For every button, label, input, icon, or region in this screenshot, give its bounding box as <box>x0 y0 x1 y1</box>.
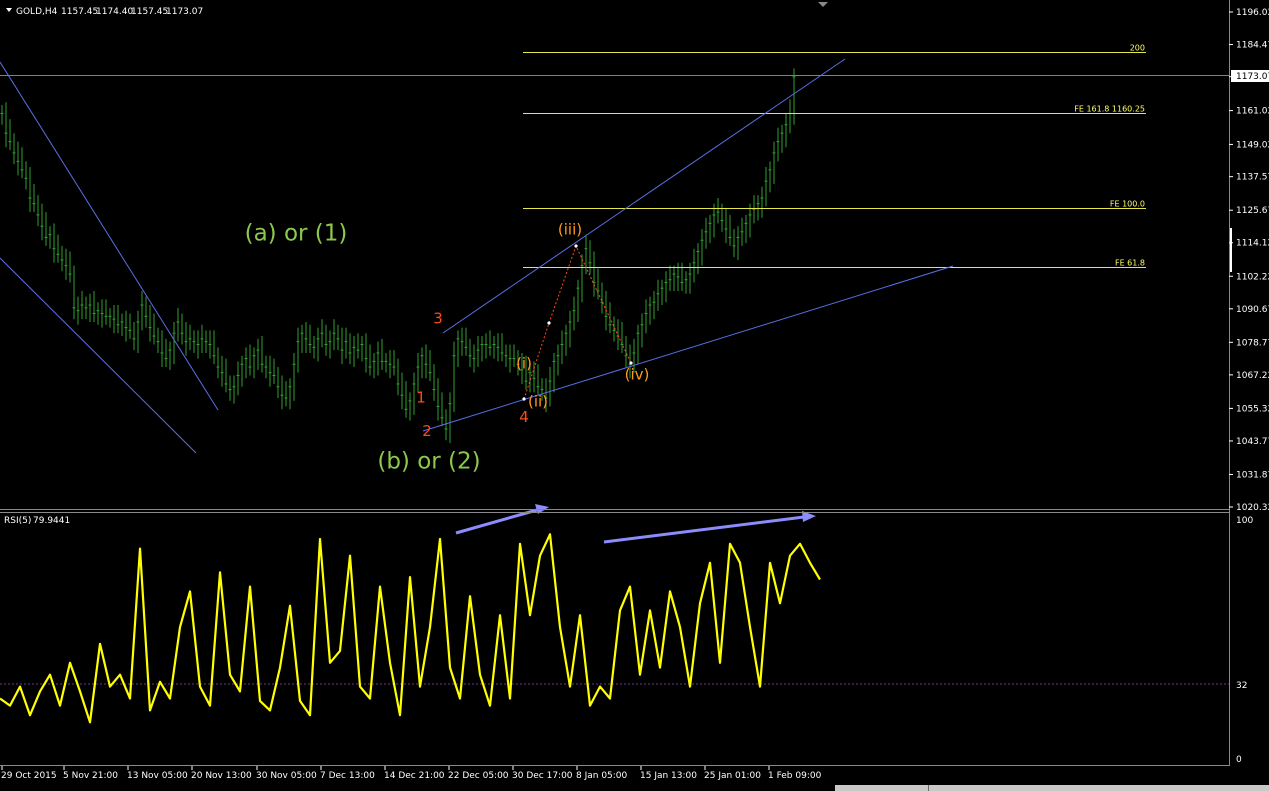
time-tick-label-10: 15 Jan 13:00 <box>640 771 697 781</box>
price-tick-label-4: 1149.02 <box>1236 140 1269 150</box>
chart-background <box>0 0 1269 791</box>
bottom-status-strip <box>835 785 1269 791</box>
current-price-value: 1173.07 <box>1236 72 1269 82</box>
symbol-label: GOLD,H4 <box>16 7 58 17</box>
fibo-label-1: FE 161.8 1160.25 <box>1074 105 1145 114</box>
time-tick-label-6: 14 Dec 21:00 <box>384 771 445 781</box>
wave-label-5: (i) <box>516 354 532 372</box>
time-tick-label-8: 30 Dec 17:00 <box>512 771 573 781</box>
ohlc-close: 1173.07 <box>166 7 203 17</box>
price-tick-label-8: 1102.22 <box>1236 272 1269 282</box>
time-tick-label-7: 22 Dec 05:00 <box>448 771 509 781</box>
ohlc-low: 1157.45 <box>131 7 168 17</box>
scenario-label-0: (a) or (1) <box>245 220 348 246</box>
ohlc-open: 1157.45 <box>61 7 98 17</box>
time-tick-label-9: 8 Jan 05:00 <box>576 771 628 781</box>
wave-label-3: 4 <box>519 408 529 426</box>
wave-label-4: (iii) <box>558 221 582 239</box>
rsi-axis-bottom: 0 <box>1236 755 1242 765</box>
price-tick-label-12: 1055.32 <box>1236 404 1269 414</box>
price-tick-label-3: 1161.02 <box>1236 107 1269 117</box>
price-tick-label-14: 1031.87 <box>1236 470 1269 480</box>
rsi-axis-level: 32 <box>1236 681 1247 691</box>
time-tick-label-12: 1 Feb 09:00 <box>768 771 822 781</box>
trading-chart[interactable]: 200FE 161.8 1160.25FE 100.0FE 61.8 3124(… <box>0 0 1269 791</box>
rsi-label: RSI(5) <box>4 516 31 526</box>
price-tick-label-6: 1125.67 <box>1236 206 1269 216</box>
wave-pivot-3 <box>629 361 633 365</box>
time-tick-label-1: 5 Nov 21:00 <box>63 771 118 781</box>
time-tick-label-5: 7 Dec 13:00 <box>320 771 375 781</box>
price-tick-label-9: 1090.67 <box>1236 305 1269 315</box>
price-tick-label-7: 1114.12 <box>1236 239 1269 249</box>
price-tick-label-0: 1196.02 <box>1236 8 1269 18</box>
time-tick-label-2: 13 Nov 05:00 <box>127 771 188 781</box>
price-tick-label-13: 1043.77 <box>1236 437 1269 447</box>
rsi-axis-top: 100 <box>1236 516 1253 526</box>
time-tick-label-0: 29 Oct 2015 <box>1 771 57 781</box>
price-tick-label-15: 1020.32 <box>1236 503 1269 513</box>
time-tick-label-4: 30 Nov 05:00 <box>256 771 317 781</box>
time-tick-label-11: 25 Jan 01:00 <box>704 771 761 781</box>
current-price-tag: 1173.07 <box>1231 70 1269 82</box>
wave-label-0: 3 <box>433 309 443 327</box>
wave-label-7: (iv) <box>625 366 650 384</box>
fibo-label-0: 200 <box>1130 44 1145 53</box>
wave-label-6: (ii) <box>528 392 548 410</box>
wave-pivot-2 <box>574 244 578 248</box>
rsi-value: 79.9441 <box>33 516 70 526</box>
ohlc-high: 1174.40 <box>96 7 133 17</box>
price-tick-label-5: 1137.57 <box>1236 173 1269 183</box>
price-tick-label-11: 1067.22 <box>1236 371 1269 381</box>
time-tick-label-3: 20 Nov 13:00 <box>191 771 252 781</box>
scenario-label-1: (b) or (2) <box>377 448 480 474</box>
price-tick-label-1: 1184.47 <box>1236 41 1269 51</box>
fibo-label-2: FE 100.0 <box>1110 200 1145 209</box>
fibo-label-3: FE 61.8 <box>1115 259 1145 268</box>
wave-label-1: 1 <box>416 388 426 406</box>
price-tick-label-10: 1078.77 <box>1236 338 1269 348</box>
wave-pivot-1 <box>547 321 551 325</box>
wave-label-2: 2 <box>422 422 432 440</box>
wave-pivot-0 <box>522 397 526 401</box>
